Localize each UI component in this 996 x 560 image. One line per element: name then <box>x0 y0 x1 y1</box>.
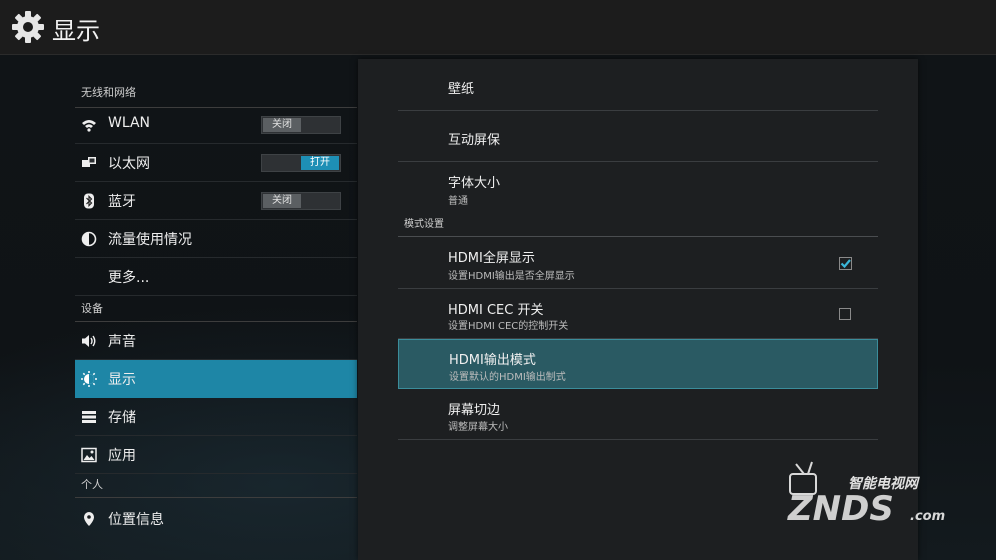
hdmi-fullscreen-checkbox[interactable] <box>839 257 852 270</box>
sidebar-item-data-usage[interactable]: 流量使用情况 <box>75 220 357 258</box>
pref-font-size[interactable]: 字体大小 普通 <box>398 162 878 212</box>
hdmi-cec-checkbox[interactable] <box>839 308 851 320</box>
toggle-label: 打开 <box>301 156 339 170</box>
gear-icon[interactable] <box>10 9 46 45</box>
apps-icon <box>81 447 97 463</box>
pref-title: 字体大小 <box>448 176 501 191</box>
sidebar-item-more[interactable]: 更多... <box>75 258 357 296</box>
data-usage-icon <box>81 231 97 247</box>
bluetooth-toggle[interactable]: 关闭 <box>261 192 341 210</box>
location-icon <box>84 512 94 526</box>
pref-title: 壁纸 <box>448 82 475 97</box>
pref-title: HDMI输出模式 <box>449 353 536 368</box>
ethernet-icon <box>82 157 96 167</box>
pref-wallpaper[interactable]: 壁纸 <box>398 59 878 111</box>
ethernet-toggle[interactable]: 打开 <box>261 154 341 172</box>
sidebar-item-apps[interactable]: 应用 <box>75 436 357 474</box>
pref-summary: 设置默认的HDMI输出制式 <box>449 372 566 383</box>
pref-summary: 普通 <box>448 196 468 207</box>
sidebar-item-label: 流量使用情况 <box>108 232 192 248</box>
section-header-wireless: 无线和网络 <box>75 85 357 108</box>
wlan-toggle[interactable]: 关闭 <box>261 116 341 134</box>
sidebar-item-label: 蓝牙 <box>108 194 136 210</box>
sidebar-item-label: 位置信息 <box>108 512 164 528</box>
znds-watermark-logo: 智能电视网 ZNDS .com <box>787 461 945 529</box>
sidebar-item-display[interactable]: 显示 <box>75 360 357 398</box>
pref-summary: 调整屏幕大小 <box>448 422 508 433</box>
pref-hdmi-fullscreen[interactable]: HDMI全屏显示 设置HDMI输出是否全屏显示 <box>398 237 878 289</box>
sidebar-item-label: 声音 <box>108 334 136 350</box>
sidebar-item-wlan[interactable]: WLAN 关闭 <box>75 106 357 144</box>
pref-title: HDMI全屏显示 <box>448 251 535 266</box>
sidebar-item-label: 更多... <box>108 270 150 286</box>
toggle-label: 关闭 <box>263 118 301 132</box>
sidebar-item-storage[interactable]: 存储 <box>75 398 357 436</box>
section-header-personal: 个人 <box>75 478 357 498</box>
display-icon <box>81 371 97 387</box>
section-header-device: 设备 <box>75 302 357 322</box>
sidebar-item-label: 以太网 <box>108 156 150 172</box>
speaker-icon <box>82 335 96 347</box>
sidebar-item-label: 存储 <box>108 410 136 426</box>
pref-title: 屏幕切边 <box>448 403 501 418</box>
pref-daydream[interactable]: 互动屏保 <box>398 111 878 162</box>
toggle-label: 关闭 <box>263 194 301 208</box>
settings-headers-list: 无线和网络 WLAN 关闭 以太网 打开 蓝牙 关闭 流量使用情况 更多... … <box>75 80 357 560</box>
sidebar-item-ethernet[interactable]: 以太网 打开 <box>75 144 357 182</box>
sidebar-item-location[interactable]: 位置信息 <box>75 500 357 538</box>
category-mode-settings: 模式设置 <box>398 212 878 237</box>
sidebar-item-label: 显示 <box>108 372 136 388</box>
page-title: 显示 <box>52 17 100 45</box>
bluetooth-icon <box>84 193 94 209</box>
pref-hdmi-cec[interactable]: HDMI CEC 开关 设置HDMI CEC的控制开关 <box>398 289 878 339</box>
sidebar-item-label: WLAN <box>108 115 151 131</box>
pref-hdmi-output-mode[interactable]: HDMI输出模式 设置默认的HDMI输出制式 <box>398 339 878 389</box>
watermark-suffix: .com <box>910 509 945 524</box>
sidebar-item-bluetooth[interactable]: 蓝牙 关闭 <box>75 182 357 220</box>
storage-icon <box>82 411 96 423</box>
sidebar-item-label: 应用 <box>108 448 136 464</box>
pref-summary: 设置HDMI输出是否全屏显示 <box>448 271 575 282</box>
pref-summary: 设置HDMI CEC的控制开关 <box>448 321 569 332</box>
pref-title: HDMI CEC 开关 <box>448 303 544 318</box>
pref-screen-crop[interactable]: 屏幕切边 调整屏幕大小 <box>398 389 878 440</box>
sidebar-item-sound[interactable]: 声音 <box>75 322 357 360</box>
action-bar: 显示 <box>0 0 996 55</box>
wifi-icon <box>82 120 96 132</box>
pref-title: 互动屏保 <box>448 133 501 148</box>
watermark-brand: ZNDS <box>787 489 894 529</box>
